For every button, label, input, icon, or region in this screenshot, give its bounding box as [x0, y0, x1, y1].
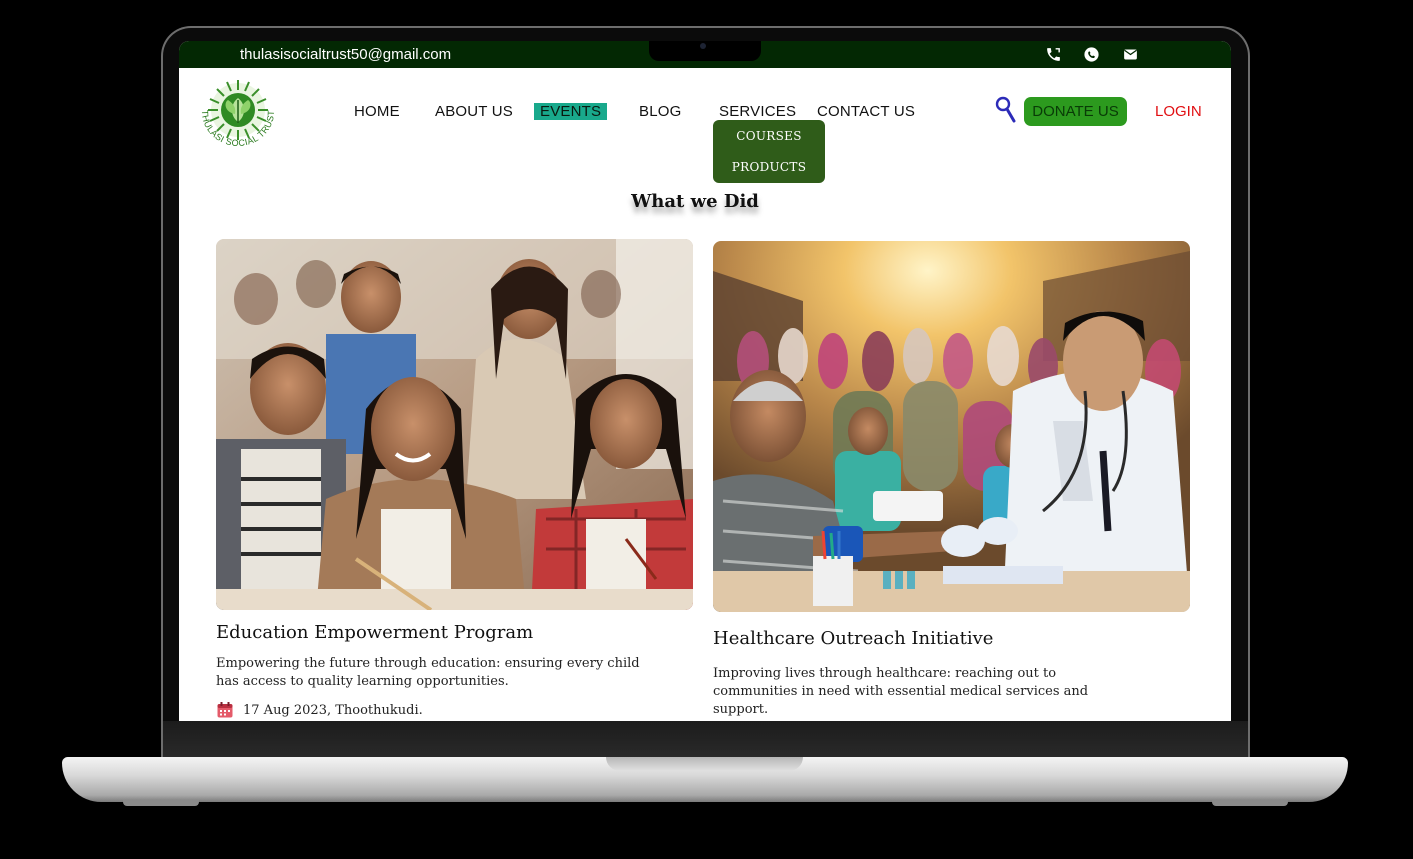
laptop-chin	[163, 721, 1248, 759]
whatsapp-icon[interactable]	[1082, 45, 1100, 63]
laptop-foot-left	[123, 800, 199, 806]
browser-viewport: thulasisocialtrust50@gmail.com THULASI S…	[179, 41, 1231, 721]
card-title[interactable]: Healthcare Outreach Initiative	[713, 628, 1190, 649]
donate-button[interactable]: DONATE US	[1024, 97, 1127, 126]
education-photo	[216, 239, 693, 610]
nav-events[interactable]: EVENTS	[534, 103, 608, 120]
dropdown-item-courses[interactable]: COURSES	[713, 129, 825, 143]
camera-icon	[700, 43, 706, 49]
login-link[interactable]: LOGIN	[1155, 103, 1202, 120]
mail-icon[interactable]	[1121, 45, 1139, 63]
nav-home[interactable]: HOME	[354, 103, 400, 120]
laptop-foot-right	[1212, 800, 1288, 806]
site-header: THULASI SOCIAL TRUST HOME ABOUT US EVENT…	[179, 68, 1231, 150]
calendar-icon	[216, 701, 234, 719]
event-card[interactable]: Healthcare Outreach Initiative Improving…	[713, 241, 1190, 719]
nav-blog[interactable]: BLOG	[639, 103, 681, 120]
card-title[interactable]: Education Empowerment Program	[216, 622, 693, 643]
nav-contact-us[interactable]: CONTACT US	[817, 103, 915, 120]
services-dropdown: COURSES PRODUCTS	[713, 120, 825, 183]
contact-email[interactable]: thulasisocialtrust50@gmail.com	[240, 46, 451, 63]
thulasi-logo[interactable]: THULASI SOCIAL TRUST	[194, 76, 282, 150]
event-card[interactable]: Education Empowerment Program Empowering…	[216, 239, 693, 719]
dropdown-item-products[interactable]: PRODUCTS	[713, 160, 825, 174]
card-meta: 17 Aug 2023, Thoothukudi.	[216, 701, 693, 719]
card-description: Empowering the future through education:…	[216, 656, 640, 689]
nav-services[interactable]: SERVICES	[719, 103, 796, 120]
camera-notch	[649, 41, 761, 61]
healthcare-photo	[713, 241, 1190, 612]
phone-icon[interactable]	[1044, 45, 1062, 63]
laptop-thumb-notch	[606, 757, 803, 771]
search-icon[interactable]	[995, 96, 1017, 124]
card-description: Improving lives through healthcare: reac…	[713, 666, 1089, 717]
nav-about-us[interactable]: ABOUT US	[435, 103, 513, 120]
card-date-location: 17 Aug 2023, Thoothukudi.	[243, 702, 423, 718]
section-title: What we Did	[631, 191, 759, 212]
